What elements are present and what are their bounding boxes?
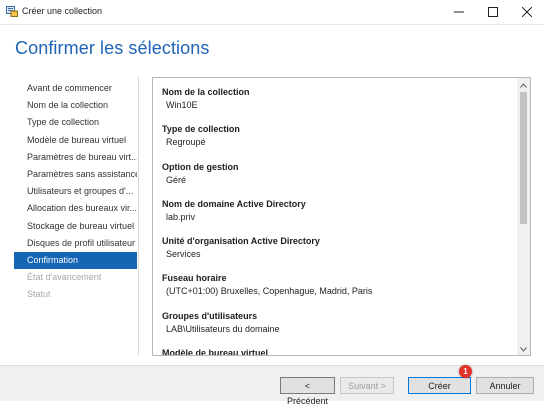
summary-label: Modèle de bureau virtuel <box>162 348 269 356</box>
summary-label: Option de gestion <box>162 161 239 172</box>
summary-item: Unité d'organisation Active Directory Se… <box>162 235 512 272</box>
step-disques-de-profil[interactable]: Disques de profil utilisateur <box>14 235 137 252</box>
step-number-badge: 1 <box>459 365 472 378</box>
summary-value: (UTC+01:00) Bruxelles, Copenhague, Madri… <box>166 286 373 297</box>
step-stockage-de-bureau-virtuel[interactable]: Stockage de bureau virtuel <box>14 218 137 235</box>
summary-item: Type de collection Regroupé <box>162 123 512 160</box>
summary-value: LAB\Utilisateurs du domaine <box>166 323 280 334</box>
title-bar: Créer une collection <box>0 0 544 25</box>
vertical-scrollbar[interactable] <box>517 78 530 355</box>
step-confirmation[interactable]: Confirmation <box>14 251 137 270</box>
summary-label: Nom de domaine Active Directory <box>162 198 306 209</box>
step-utilisateurs-et-groupes[interactable]: Utilisateurs et groupes d'... <box>14 183 137 200</box>
summary-value: lab.priv <box>166 211 196 222</box>
minimize-button[interactable] <box>442 0 476 24</box>
close-button[interactable] <box>510 0 544 24</box>
close-icon <box>522 7 532 17</box>
summary-item: Fuseau horaire (UTC+01:00) Bruxelles, Co… <box>162 272 512 309</box>
summary-item: Nom de domaine Active Directory lab.priv <box>162 198 512 235</box>
next-button: Suivant > <box>340 377 394 394</box>
step-parametres-sans-assistance[interactable]: Paramètres sans assistance <box>14 166 137 183</box>
step-parametres-de-bureau-virtuel[interactable]: Paramètres de bureau virt... <box>14 149 137 166</box>
server-manager-icon <box>6 6 18 17</box>
scroll-down-button[interactable] <box>517 342 530 355</box>
step-allocation-des-bureaux[interactable]: Allocation des bureaux vir... <box>14 200 137 217</box>
scrollbar-thumb[interactable] <box>520 92 527 224</box>
wizard-steps-nav: Avant de commencer Nom de la collection … <box>14 80 137 303</box>
page-title: Confirmer les sélections <box>15 38 210 58</box>
summary-list: Nom de la collection Win10E Type de coll… <box>162 86 512 356</box>
scroll-up-button[interactable] <box>517 78 530 91</box>
step-avant-de-commencer[interactable]: Avant de commencer <box>14 80 137 97</box>
previous-button[interactable]: < Précédent <box>280 377 335 406</box>
summary-item: Groupes d'utilisateurs LAB\Utilisateurs … <box>162 310 512 347</box>
chevron-down-icon <box>520 344 527 354</box>
summary-value: Géré <box>166 174 187 185</box>
chevron-up-icon <box>520 80 527 90</box>
summary-item: Modèle de bureau virtuel <box>162 347 512 356</box>
summary-item: Nom de la collection Win10E <box>162 86 512 123</box>
step-type-de-collection[interactable]: Type de collection <box>14 114 137 131</box>
create-button[interactable]: Créer <box>408 377 471 394</box>
step-modele-de-bureau-virtuel[interactable]: Modèle de bureau virtuel <box>14 132 137 149</box>
summary-label: Fuseau horaire <box>162 273 227 284</box>
window-title: Créer une collection <box>22 6 103 16</box>
summary-label: Type de collection <box>162 124 240 135</box>
summary-item: Option de gestion Géré <box>162 161 512 198</box>
cancel-button[interactable]: Annuler <box>476 377 534 394</box>
confirmation-summary-panel: Nom de la collection Win10E Type de coll… <box>152 77 531 356</box>
maximize-icon <box>488 7 498 17</box>
summary-value: Win10E <box>166 100 198 110</box>
summary-label: Groupes d'utilisateurs <box>162 310 258 321</box>
step-nom-de-la-collection[interactable]: Nom de la collection <box>14 97 137 114</box>
summary-value: Services <box>166 249 201 260</box>
step-etat-avancement: État d'avancement <box>27 272 102 283</box>
step-statut: Statut <box>27 289 51 300</box>
minimize-icon <box>454 7 464 17</box>
summary-value: Regroupé <box>166 137 206 148</box>
nav-divider <box>138 77 139 355</box>
summary-label: Nom de la collection <box>162 87 250 97</box>
maximize-button[interactable] <box>476 0 510 24</box>
summary-label: Unité d'organisation Active Directory <box>162 236 320 247</box>
